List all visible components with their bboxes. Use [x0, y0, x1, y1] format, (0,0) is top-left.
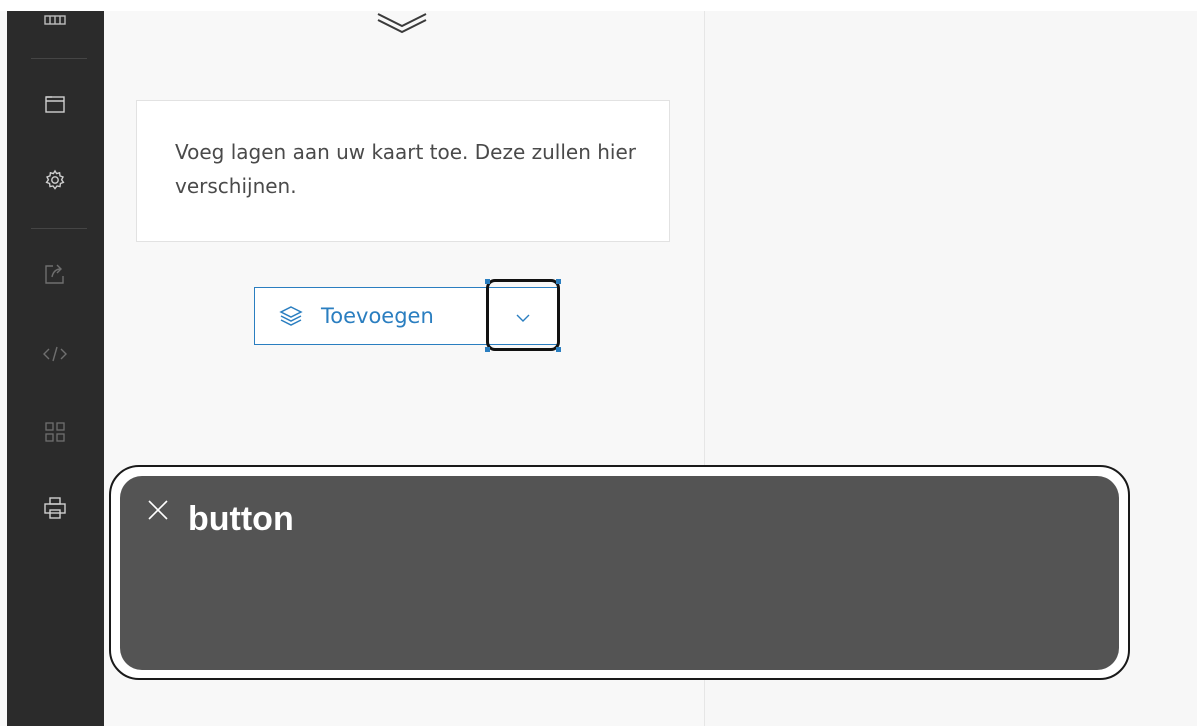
- top-strip: [0, 0, 1197, 11]
- layers-icon: [279, 304, 303, 328]
- share-icon[interactable]: [43, 262, 67, 286]
- add-layer-dropdown-button[interactable]: [488, 287, 558, 345]
- chevron-down-icon: [516, 307, 530, 326]
- sidebar-divider: [31, 58, 87, 59]
- selection-handle: [485, 347, 490, 352]
- empty-layers-card: Voeg lagen aan uw kaart toe. Deze zullen…: [136, 100, 670, 242]
- code-icon[interactable]: [43, 342, 67, 366]
- add-layer-button-label: Toevoegen: [321, 304, 434, 328]
- selection-handle: [556, 347, 561, 352]
- selection-handle: [485, 279, 490, 284]
- close-icon[interactable]: [146, 498, 170, 522]
- sidebar: [7, 0, 104, 726]
- sidebar-divider: [31, 228, 87, 229]
- empty-layers-message: Voeg lagen aan uw kaart toe. Deze zullen…: [175, 140, 637, 198]
- apps-grid-icon[interactable]: [43, 420, 67, 444]
- tooltip-text: button: [188, 500, 294, 538]
- print-icon[interactable]: [43, 496, 67, 520]
- selection-handle: [556, 279, 561, 284]
- gear-icon[interactable]: [43, 168, 67, 192]
- add-layer-button[interactable]: Toevoegen: [254, 287, 488, 345]
- bar-chart-icon[interactable]: [43, 8, 67, 32]
- folder-icon[interactable]: [43, 92, 67, 116]
- tooltip: button: [120, 476, 1119, 670]
